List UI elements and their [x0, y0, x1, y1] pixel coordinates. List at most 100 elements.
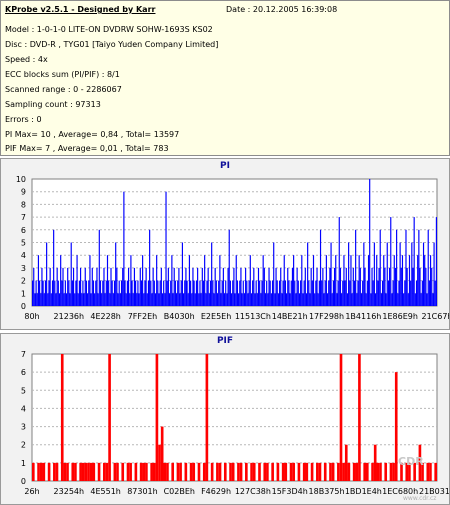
pi-bar — [160, 267, 162, 306]
pi-bar — [62, 267, 64, 306]
pif-bar — [318, 462, 322, 481]
pi-bar — [109, 293, 111, 306]
pi-y-tick-label: 3 — [21, 264, 26, 273]
pif-bar — [392, 462, 395, 481]
pif-bar — [389, 462, 393, 481]
pi-bar — [289, 293, 291, 306]
pi-bar — [339, 267, 342, 306]
pi-bar — [417, 255, 419, 306]
info-sampling: Sampling count : 97313 — [5, 100, 101, 109]
pi-bar — [154, 293, 157, 306]
pi-bar — [239, 280, 241, 306]
info-model: Model : 1-0-1-0 LITE-ON DVDRW SOHW-1693S… — [5, 25, 213, 34]
pi-bar — [158, 293, 160, 306]
pif-bar — [266, 462, 269, 481]
pi-bar — [393, 255, 395, 306]
pi-bar — [316, 267, 318, 306]
pi-bar — [254, 293, 256, 306]
pif-bar — [113, 462, 117, 481]
pi-bar — [157, 280, 159, 306]
pi-bar — [405, 229, 407, 306]
pi-bar — [346, 293, 349, 306]
pi-bar — [429, 255, 432, 306]
pif-bar — [197, 462, 201, 481]
pi-bar — [172, 293, 174, 306]
pif-bar — [145, 462, 148, 481]
pi-bar — [412, 267, 414, 306]
pi-bar — [63, 293, 65, 306]
pi-bar — [325, 255, 327, 306]
pi-bar — [78, 280, 80, 306]
info-pif-stats: PIF Max= 7 , Average= 0,01 , Total= 783 — [5, 144, 169, 153]
pi-bar — [146, 293, 148, 306]
pi-bar — [43, 293, 45, 306]
pi-bar — [48, 280, 50, 306]
pif-bar — [142, 462, 146, 481]
pif-bar — [237, 462, 240, 481]
pi-bar — [433, 242, 435, 306]
pi-bar — [397, 293, 399, 306]
pi-bar — [410, 280, 412, 306]
pi-bar — [269, 280, 271, 306]
pi-bar — [186, 280, 188, 306]
pif-y-tick-label: 4 — [21, 404, 26, 413]
pi-y-tick-label: 1 — [21, 289, 26, 298]
pi-bar — [230, 293, 233, 306]
pif-bar — [210, 462, 214, 481]
pi-bar — [168, 293, 171, 306]
pi-bar — [60, 255, 62, 306]
pi-bar — [117, 293, 119, 306]
pi-bar — [245, 267, 247, 306]
pi-bar — [337, 280, 339, 306]
pi-bar — [173, 267, 175, 306]
pi-bar — [219, 255, 221, 306]
cdr-url: www.cdr.cz — [403, 495, 437, 502]
pi-bar — [303, 280, 305, 306]
pi-bar — [195, 280, 198, 306]
pi-bar — [318, 280, 320, 306]
pi-bar — [248, 280, 250, 306]
pi-bar — [112, 293, 114, 306]
pi-bar — [398, 280, 400, 306]
pi-bar — [47, 293, 49, 306]
pif-bar — [63, 462, 67, 481]
cdr-logo-text: CDR — [398, 455, 424, 468]
pif-x-tick-label: C02BEh — [164, 487, 195, 496]
pi-bar — [296, 267, 298, 306]
pif-bar — [384, 462, 388, 481]
pi-bar — [84, 267, 86, 306]
pi-bar — [370, 293, 372, 306]
pi-bar — [424, 255, 426, 306]
pif-bar — [32, 462, 35, 481]
pi-bar — [266, 280, 268, 306]
pi-bar — [257, 267, 260, 306]
pi-bar — [243, 293, 246, 306]
info-range: Scanned range : 0 - 2286067 — [5, 85, 122, 94]
pi-bar — [75, 280, 77, 306]
pi-bar — [406, 267, 408, 306]
pi-bar — [321, 280, 323, 306]
pif-bar — [105, 462, 109, 481]
pi-bar — [223, 293, 226, 306]
pi-bar — [315, 280, 317, 306]
pi-x-tick-label: 21236h — [54, 312, 85, 321]
pif-bar — [116, 462, 119, 481]
pi-bar — [355, 229, 357, 306]
pi-bar — [324, 280, 326, 306]
pi-bar — [322, 267, 324, 306]
pif-x-tick-label: 23254h — [54, 487, 85, 496]
pi-bar — [301, 255, 303, 306]
pi-bar — [371, 267, 373, 306]
pif-bar — [71, 462, 75, 481]
pi-bar — [106, 255, 109, 306]
pi-bar — [89, 255, 91, 306]
pi-bar — [431, 267, 433, 306]
pi-bar — [255, 280, 257, 306]
pi-bar — [50, 293, 52, 306]
pi-bar — [69, 293, 71, 306]
pi-bar — [399, 242, 401, 306]
pi-bar — [174, 280, 176, 306]
pi-bar — [91, 267, 93, 306]
pif-x-tick-label: F4629h — [201, 487, 231, 496]
pi-bar — [365, 293, 367, 306]
